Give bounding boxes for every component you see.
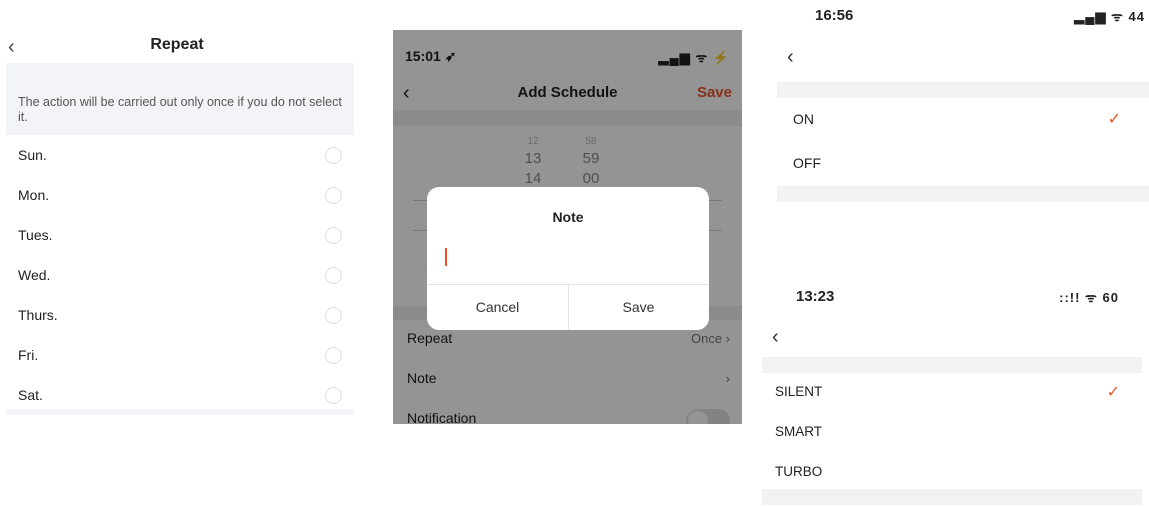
option-label: SILENT — [775, 384, 823, 399]
repeat-hint-text: The action will be carried out only once… — [6, 63, 354, 135]
note-input[interactable] — [441, 245, 695, 269]
page-title: Repeat — [150, 36, 204, 53]
status-bar-time: 16:56 — [815, 7, 854, 24]
option-off[interactable]: OFF — [777, 142, 1149, 186]
day-label: Tues. — [18, 227, 53, 243]
day-row-sun[interactable]: Sun. — [6, 135, 354, 175]
status-bar-icons: ::!! ᯤ 60 — [1059, 290, 1119, 305]
option-turbo[interactable]: TURBO — [762, 453, 1142, 493]
note-dialog: Note Cancel Save — [427, 187, 709, 330]
option-label: ON — [793, 111, 814, 127]
radio-circle-icon[interactable] — [325, 267, 342, 284]
status-bar-icons: ▂▄▆ ᯤ 44 — [1074, 9, 1145, 24]
day-label: Wed. — [18, 267, 51, 283]
footer-separator — [777, 186, 1149, 202]
text-caret — [445, 248, 447, 266]
option-silent[interactable]: SILENT ✓ — [762, 373, 1142, 413]
day-label: Sun. — [18, 147, 47, 163]
footer-separator — [762, 489, 1142, 505]
checkmark-icon: ✓ — [1106, 384, 1120, 401]
radio-circle-icon[interactable] — [325, 227, 342, 244]
checkmark-icon: ✓ — [1107, 111, 1121, 128]
day-label: Fri. — [18, 347, 39, 363]
option-on[interactable]: ON ✓ — [777, 98, 1149, 142]
day-row-fri[interactable]: Fri. — [6, 335, 354, 375]
back-chevron-icon[interactable]: ‹ — [787, 46, 794, 69]
radio-circle-icon[interactable] — [325, 147, 342, 164]
option-smart[interactable]: SMART — [762, 413, 1142, 453]
status-bar-time: 13:23 — [796, 288, 835, 305]
radio-circle-icon[interactable] — [325, 347, 342, 364]
header-separator — [762, 357, 1142, 373]
option-label: TURBO — [775, 464, 823, 479]
day-label: Mon. — [18, 187, 50, 203]
mode-select-screen: 13:23 ::!! ᯤ 60 ‹ SILENT ✓ SMART TURBO — [762, 278, 1149, 506]
day-label: Thurs. — [18, 307, 58, 323]
day-row-mon[interactable]: Mon. — [6, 175, 354, 215]
back-chevron-icon[interactable]: ‹ — [772, 326, 779, 349]
day-label: Sat. — [18, 387, 43, 403]
radio-circle-icon[interactable] — [325, 387, 342, 404]
dialog-title: Note — [552, 209, 584, 225]
option-label: OFF — [793, 155, 821, 171]
repeat-screen: ‹ Repeat The action will be carried out … — [0, 20, 354, 415]
day-row-thurs[interactable]: Thurs. — [6, 295, 354, 335]
cancel-button[interactable]: Cancel — [427, 285, 568, 330]
list-bottom-divider — [6, 409, 354, 415]
dialog-save-button[interactable]: Save — [568, 285, 709, 330]
day-row-wed[interactable]: Wed. — [6, 255, 354, 295]
option-label: SMART — [775, 424, 823, 439]
header-separator — [777, 82, 1149, 98]
power-select-screen: 16:56 ▂▄▆ ᯤ 44 ‹ ON ✓ OFF — [777, 0, 1149, 205]
radio-circle-icon[interactable] — [325, 307, 342, 324]
radio-circle-icon[interactable] — [325, 187, 342, 204]
add-schedule-screen: 15:01 ➶ ▂▄▆ ᯤ ⚡ ‹ Add Schedule Save 12 1… — [393, 30, 742, 424]
day-row-tues[interactable]: Tues. — [6, 215, 354, 255]
